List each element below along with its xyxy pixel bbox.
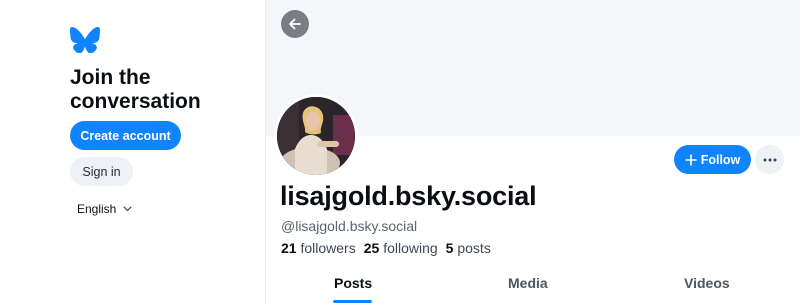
profile-handle: @lisajgold.bsky.social (281, 218, 418, 234)
sign-in-button[interactable]: Sign in (70, 157, 133, 186)
tab-videos[interactable]: Videos (684, 275, 730, 291)
followers-label: followers (300, 240, 356, 256)
join-heading: Join the conversation (70, 66, 201, 113)
profile-photo-avatar (277, 97, 355, 175)
follow-button[interactable]: Follow (674, 145, 751, 174)
tab-media[interactable]: Media (508, 275, 548, 291)
sidebar: Join the conversation Create account Sig… (0, 0, 265, 303)
chevron-down-icon (123, 206, 132, 212)
followers-stat[interactable]: 21 followers (281, 240, 356, 256)
posts-count: 5 (445, 240, 454, 256)
follow-label: Follow (700, 152, 741, 167)
tab-posts[interactable]: Posts (334, 275, 372, 291)
bluesky-butterfly-icon[interactable] (70, 27, 100, 53)
plus-icon (684, 153, 697, 166)
following-count: 25 (363, 240, 380, 256)
arrow-left-icon (289, 18, 301, 30)
following-stat[interactable]: 25 following (364, 240, 438, 256)
more-options-button[interactable] (755, 145, 784, 174)
language-selector[interactable]: English (77, 202, 132, 216)
back-button[interactable] (281, 10, 309, 38)
posts-stat: 5 posts (446, 240, 491, 256)
profile-display-name: lisajgold.bsky.social (280, 181, 537, 211)
posts-label: posts (457, 240, 491, 256)
profile-tabs: Posts Media Videos (266, 262, 800, 303)
followers-count: 21 (281, 240, 297, 256)
create-account-button[interactable]: Create account (70, 121, 181, 150)
ellipsis-icon (763, 158, 776, 161)
following-label: following (383, 240, 438, 256)
language-label: English (77, 202, 117, 216)
avatar[interactable] (274, 94, 358, 178)
profile-stats: 21 followers 25 following 5 posts (281, 240, 491, 256)
